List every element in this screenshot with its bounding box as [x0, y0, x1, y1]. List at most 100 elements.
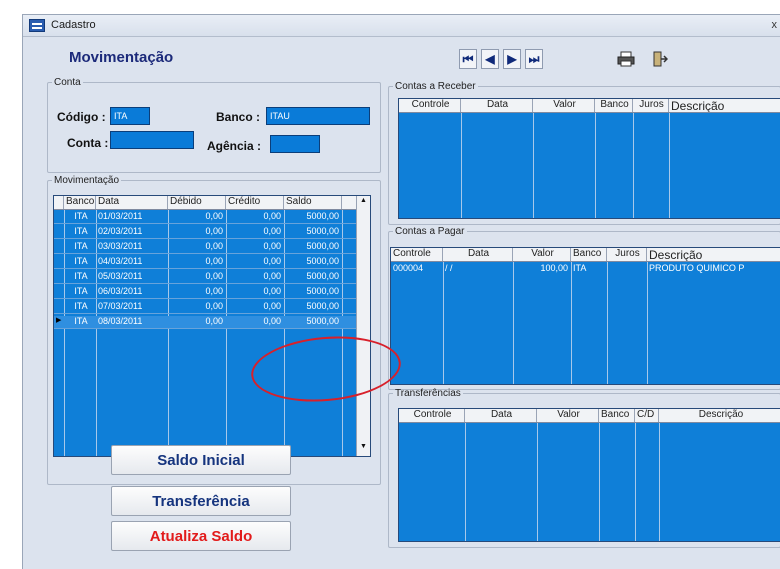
tr-col-data[interactable]: Data	[465, 409, 537, 422]
banco-field[interactable]: ITAU	[266, 107, 370, 125]
next-record-button[interactable]: ▶	[503, 49, 521, 69]
table-row[interactable]: ITA 05/03/2011 0,00 0,00 5000,00	[54, 271, 358, 284]
cp-col-juros[interactable]: Juros	[607, 248, 647, 261]
banco-label: Banco :	[216, 110, 261, 124]
mov-cell-credito: 0,00	[263, 211, 281, 221]
cr-col-descricao[interactable]: Descrição	[669, 99, 780, 112]
tr-col-descricao[interactable]: Descrição	[659, 409, 780, 422]
row-indicator	[54, 226, 64, 238]
codigo-label: Código :	[57, 110, 106, 124]
row-indicator	[54, 256, 64, 268]
conta-field[interactable]	[110, 131, 194, 149]
mov-cell-credito: 0,00	[263, 256, 281, 266]
contas-pagar-grid[interactable]: Controle Data Valor Banco Juros Descriçã…	[390, 247, 780, 385]
mov-cell-banco: ITA	[74, 286, 88, 296]
last-icon: ⏭	[528, 51, 540, 66]
tr-col-banco[interactable]: Banco	[599, 409, 635, 422]
page-title: Movimentação	[69, 49, 174, 66]
tr-col-valor[interactable]: Valor	[537, 409, 599, 422]
first-icon: ⏮	[462, 51, 474, 66]
cp-col-data[interactable]: Data	[443, 248, 513, 261]
close-button[interactable]: x	[772, 19, 778, 31]
row-indicator	[54, 211, 64, 223]
mov-cell-credito: 0,00	[263, 286, 281, 296]
mov-cell-saldo: 5000,00	[306, 256, 339, 266]
cr-col-valor[interactable]: Valor	[533, 99, 595, 112]
mov-cell-saldo: 5000,00	[306, 316, 339, 326]
cr-col-banco[interactable]: Banco	[595, 99, 633, 112]
cr-col-juros[interactable]: Juros	[633, 99, 669, 112]
movimentacao-header: Banco Data Débido Crédito Saldo	[54, 196, 358, 210]
movimentacao-scrollbar[interactable]: ▲ ▼	[356, 196, 370, 456]
cp-col-valor[interactable]: Valor	[513, 248, 571, 261]
mov-cell-debido: 0,00	[205, 316, 223, 326]
contas-receber-legend: Contas a Receber	[395, 81, 476, 92]
cp-col-controle[interactable]: Controle	[391, 248, 443, 261]
agencia-field[interactable]	[270, 135, 320, 153]
mov-cell-data: 05/03/2011	[98, 271, 143, 281]
cr-col-data[interactable]: Data	[461, 99, 533, 112]
mov-cell-credito: 0,00	[263, 316, 281, 326]
mov-cell-data: 03/03/2011	[98, 241, 143, 251]
table-row[interactable]: ITA 01/03/2011 0,00 0,00 5000,00	[54, 211, 358, 224]
cp-cell-descricao: PRODUTO QUIMICO P	[649, 263, 745, 273]
mov-cell-banco: ITA	[74, 301, 88, 311]
table-row[interactable]: ▶ ITA 08/03/2011 0,00 0,00 5000,00	[54, 316, 358, 329]
tr-col-controle[interactable]: Controle	[399, 409, 465, 422]
mov-cell-credito: 0,00	[263, 271, 281, 281]
cp-col-descricao[interactable]: Descrição	[647, 248, 780, 261]
table-row[interactable]: 000004 / / 100,00 ITA PRODUTO QUIMICO P	[391, 263, 780, 276]
mov-cell-data: 02/03/2011	[98, 226, 143, 236]
transferencias-header: Controle Data Valor Banco C/D Descrição	[399, 409, 780, 423]
mov-cell-debido: 0,00	[205, 286, 223, 296]
indicator-col	[54, 196, 64, 209]
tr-col-cd[interactable]: C/D	[635, 409, 659, 422]
prev-record-button[interactable]: ◀	[481, 49, 499, 69]
col-banco[interactable]: Banco	[64, 196, 96, 209]
table-row[interactable]: ITA 03/03/2011 0,00 0,00 5000,00	[54, 241, 358, 254]
contas-pagar-legend: Contas a Pagar	[395, 226, 465, 237]
mov-cell-saldo: 5000,00	[306, 301, 339, 311]
movimentacao-grid[interactable]: Banco Data Débido Crédito Saldo ITA 01/03…	[53, 195, 371, 457]
mov-cell-credito: 0,00	[263, 301, 281, 311]
table-row[interactable]: ITA 04/03/2011 0,00 0,00 5000,00	[54, 256, 358, 269]
last-record-button[interactable]: ⏭	[525, 49, 543, 69]
cp-col-banco[interactable]: Banco	[571, 248, 607, 261]
scroll-up-icon[interactable]: ▲	[357, 197, 370, 209]
col-saldo[interactable]: Saldo	[284, 196, 342, 209]
mov-cell-banco: ITA	[74, 271, 88, 281]
cp-cell-valor: 100,00	[540, 263, 568, 273]
exit-button[interactable]	[649, 48, 671, 70]
col-data[interactable]: Data	[96, 196, 168, 209]
codigo-field[interactable]: ITA	[110, 107, 150, 125]
table-row[interactable]: ITA 02/03/2011 0,00 0,00 5000,00	[54, 226, 358, 239]
cadastro-window: Cadastro x Movimentação ⏮ ◀ ▶ ⏭ Conta Có…	[22, 14, 780, 569]
saldo-inicial-button[interactable]: Saldo Inicial	[111, 445, 291, 475]
col-debido[interactable]: Débido	[168, 196, 226, 209]
contas-receber-grid[interactable]: Controle Data Valor Banco Juros Descriçã…	[398, 98, 780, 219]
movimentacao-legend: Movimentação	[54, 175, 120, 186]
transferencias-grid[interactable]: Controle Data Valor Banco C/D Descrição	[398, 408, 780, 542]
table-row[interactable]: ITA 07/03/2011 0,00 0,00 5000,00	[54, 301, 358, 314]
atualiza-saldo-button[interactable]: Atualiza Saldo	[111, 521, 291, 551]
exit-icon	[653, 51, 668, 67]
cr-col-controle[interactable]: Controle	[399, 99, 461, 112]
conta-group: Conta	[47, 77, 381, 173]
print-button[interactable]	[615, 48, 637, 70]
col-credito[interactable]: Crédito	[226, 196, 284, 209]
mov-cell-data: 08/03/2011	[98, 316, 143, 326]
transferencia-button[interactable]: Transferência	[111, 486, 291, 516]
first-record-button[interactable]: ⏮	[459, 49, 477, 69]
mov-cell-debido: 0,00	[205, 241, 223, 251]
cp-cell-juros	[607, 263, 647, 276]
mov-cell-banco: ITA	[74, 316, 88, 326]
mov-cell-banco: ITA	[74, 256, 88, 266]
transferencias-legend: Transferências	[395, 388, 461, 399]
row-indicator	[54, 286, 64, 298]
print-icon	[617, 51, 635, 67]
cp-cell-banco: ITA	[573, 263, 587, 273]
mov-cell-debido: 0,00	[205, 211, 223, 221]
table-row[interactable]: ITA 06/03/2011 0,00 0,00 5000,00	[54, 286, 358, 299]
scroll-down-icon[interactable]: ▼	[357, 443, 370, 455]
prev-icon: ◀	[485, 52, 495, 66]
